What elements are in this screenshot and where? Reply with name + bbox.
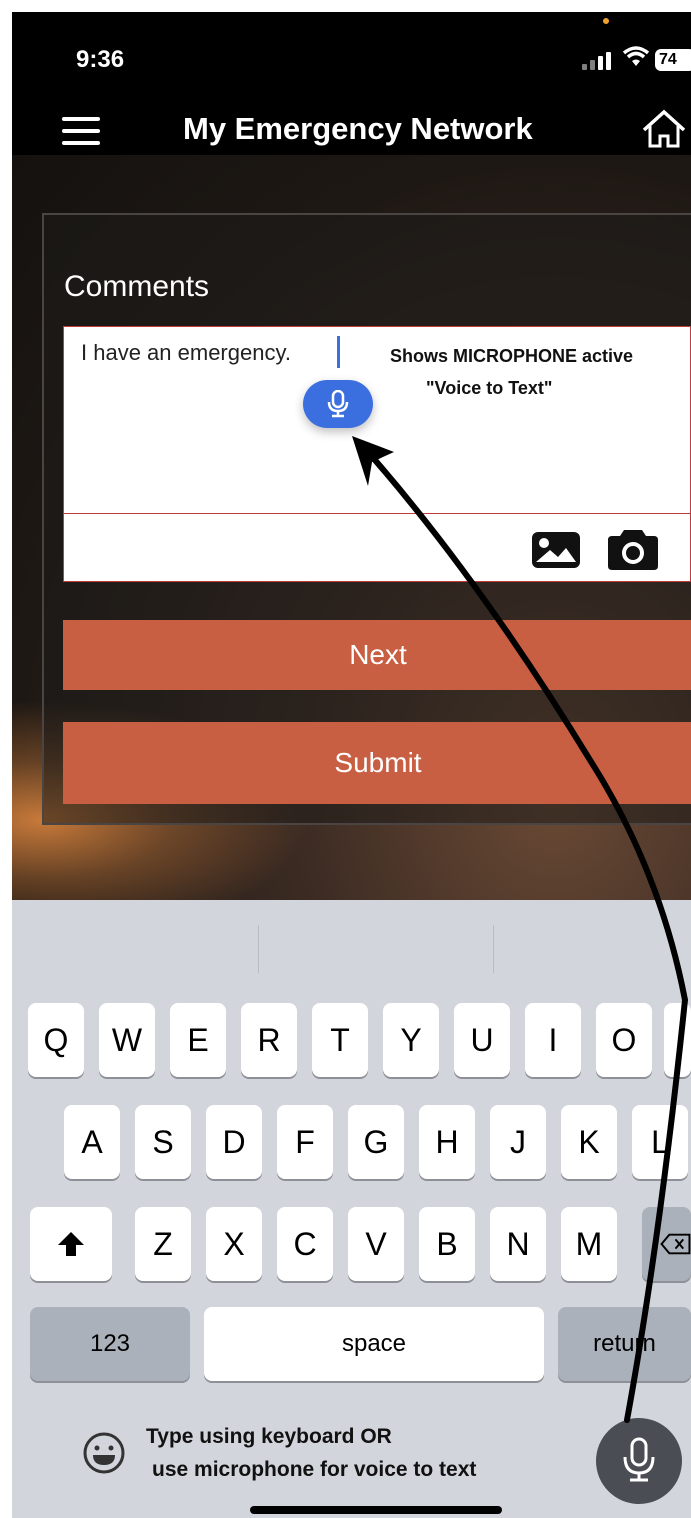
key-s[interactable]: S (135, 1105, 191, 1179)
gallery-icon[interactable] (530, 530, 582, 570)
wifi-icon (622, 46, 650, 74)
key-h[interactable]: H (419, 1105, 475, 1179)
backspace-icon (660, 1233, 691, 1255)
key-j[interactable]: J (490, 1105, 546, 1179)
key-c[interactable]: C (277, 1207, 333, 1281)
attachment-divider (64, 513, 690, 514)
emoji-icon[interactable] (82, 1431, 126, 1475)
key-n[interactable]: N (490, 1207, 546, 1281)
key-d[interactable]: D (206, 1105, 262, 1179)
key-f[interactable]: F (277, 1105, 333, 1179)
suggestion-divider (493, 925, 494, 973)
menu-icon[interactable] (62, 117, 100, 145)
key-y[interactable]: Y (383, 1003, 439, 1077)
space-key[interactable]: space (204, 1307, 544, 1381)
comments-label: Comments (64, 270, 210, 303)
comment-text: I have an emergency. (81, 340, 291, 365)
text-caret (337, 336, 340, 368)
delete-key[interactable] (642, 1207, 691, 1281)
return-key[interactable]: return (558, 1307, 691, 1381)
dictation-mic-button[interactable] (596, 1418, 682, 1504)
shift-key[interactable] (30, 1207, 112, 1281)
phone-screen: 9:36 74 My Emergency Network Comments I … (0, 0, 691, 1518)
hint-keyboard: Type using keyboard OR (146, 1425, 392, 1448)
key-r[interactable]: R (241, 1003, 297, 1077)
battery-indicator: 74 (655, 49, 691, 71)
key-g[interactable]: G (348, 1105, 404, 1179)
numbers-key[interactable]: 123 (30, 1307, 190, 1381)
app-title: My Emergency Network (183, 111, 533, 146)
submit-button[interactable]: Submit (63, 722, 691, 804)
home-icon[interactable] (640, 108, 688, 150)
key-i[interactable]: I (525, 1003, 581, 1077)
cellular-signal-icon (582, 50, 616, 70)
next-button[interactable]: Next (63, 620, 691, 690)
home-indicator[interactable] (250, 1506, 502, 1514)
key-p-partial[interactable] (664, 1003, 691, 1077)
shift-icon (58, 1232, 84, 1256)
key-e[interactable]: E (170, 1003, 226, 1077)
key-z[interactable]: Z (135, 1207, 191, 1281)
microphone-icon (623, 1437, 655, 1482)
key-q[interactable]: Q (28, 1003, 84, 1077)
key-o[interactable]: O (596, 1003, 652, 1077)
key-k[interactable]: K (561, 1105, 617, 1179)
annotation-voice-to-text: "Voice to Text" (426, 378, 553, 398)
annotation-mic-active: Shows MICROPHONE active (390, 346, 634, 366)
key-a[interactable]: A (64, 1105, 120, 1179)
key-l[interactable]: L (632, 1105, 688, 1179)
key-u[interactable]: U (454, 1003, 510, 1077)
key-b[interactable]: B (419, 1207, 475, 1281)
key-v[interactable]: V (348, 1207, 404, 1281)
status-time: 9:36 (76, 46, 125, 73)
hint-microphone: use microphone for voice to text (152, 1458, 477, 1481)
key-t[interactable]: T (312, 1003, 368, 1077)
key-m[interactable]: M (561, 1207, 617, 1281)
dictation-active-mic-icon[interactable] (303, 380, 373, 428)
key-x[interactable]: X (206, 1207, 262, 1281)
camera-icon[interactable] (604, 528, 662, 572)
suggestion-divider (258, 925, 259, 973)
key-w[interactable]: W (99, 1003, 155, 1077)
privacy-indicator-dot (603, 18, 609, 24)
